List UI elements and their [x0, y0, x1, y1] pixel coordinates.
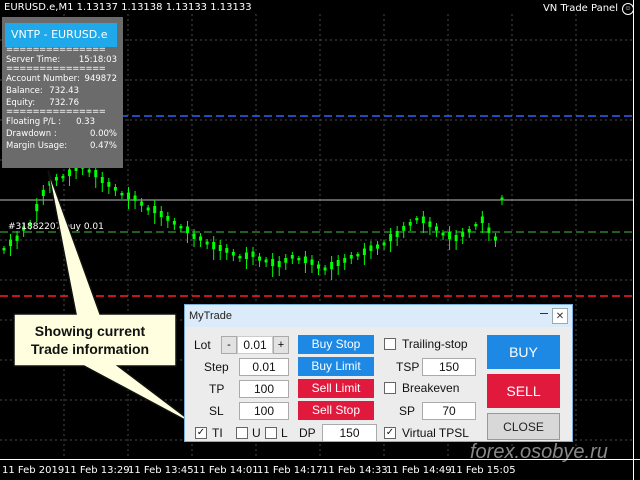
close-button[interactable]: CLOSE	[487, 413, 560, 440]
lot-label: Lot	[194, 338, 211, 352]
l-checkbox[interactable]	[265, 427, 277, 439]
tp-input[interactable]: 100	[239, 380, 289, 398]
trailing-stop-label: Trailing-stop	[402, 337, 468, 351]
sp-input[interactable]: 70	[422, 402, 476, 420]
trailing-stop-checkbox[interactable]	[384, 338, 396, 350]
tsp-input[interactable]: 150	[422, 358, 476, 376]
mytrade-panel: MyTrade ✕ Lot - 0.01 + Step 0.01 TP 100 …	[184, 304, 573, 442]
sell-limit-button[interactable]: Sell Limit	[298, 379, 374, 398]
virtual-tpsl-checkbox[interactable]: ✓	[384, 427, 396, 439]
buy-limit-button[interactable]: Buy Limit	[298, 357, 374, 376]
u-label: U	[252, 426, 261, 440]
dp-input[interactable]: 150	[322, 424, 377, 442]
step-label: Step	[204, 360, 229, 374]
lot-plus-button[interactable]: +	[273, 336, 289, 354]
minimize-icon[interactable]	[540, 313, 548, 314]
lot-input[interactable]: 0.01	[237, 336, 273, 354]
mytrade-title: MyTrade	[189, 310, 232, 322]
dp-label: DP	[299, 426, 316, 440]
close-icon[interactable]: ✕	[552, 308, 568, 324]
ti-label: TI	[212, 426, 223, 440]
breakeven-checkbox[interactable]	[384, 382, 396, 394]
mytrade-titlebar[interactable]: MyTrade ✕	[185, 305, 572, 327]
sell-stop-button[interactable]: Sell Stop	[298, 401, 374, 420]
callout-text: Showing current Trade information	[30, 323, 150, 357]
u-checkbox[interactable]	[236, 427, 248, 439]
breakeven-label: Breakeven	[402, 381, 460, 395]
l-label: L	[281, 426, 288, 440]
lot-minus-button[interactable]: -	[221, 336, 237, 354]
step-input[interactable]: 0.01	[239, 358, 289, 376]
ti-checkbox[interactable]: ✓	[195, 427, 207, 439]
sl-label: SL	[209, 404, 224, 418]
buy-button[interactable]: BUY	[487, 335, 560, 369]
tsp-label: TSP	[396, 360, 420, 374]
sp-label: SP	[399, 404, 416, 418]
virtual-tpsl-label: Virtual TPSL	[402, 426, 469, 440]
sl-input[interactable]: 100	[239, 402, 289, 420]
sell-button[interactable]: SELL	[487, 374, 560, 408]
buy-stop-button[interactable]: Buy Stop	[298, 335, 374, 354]
tp-label: TP	[209, 382, 225, 396]
